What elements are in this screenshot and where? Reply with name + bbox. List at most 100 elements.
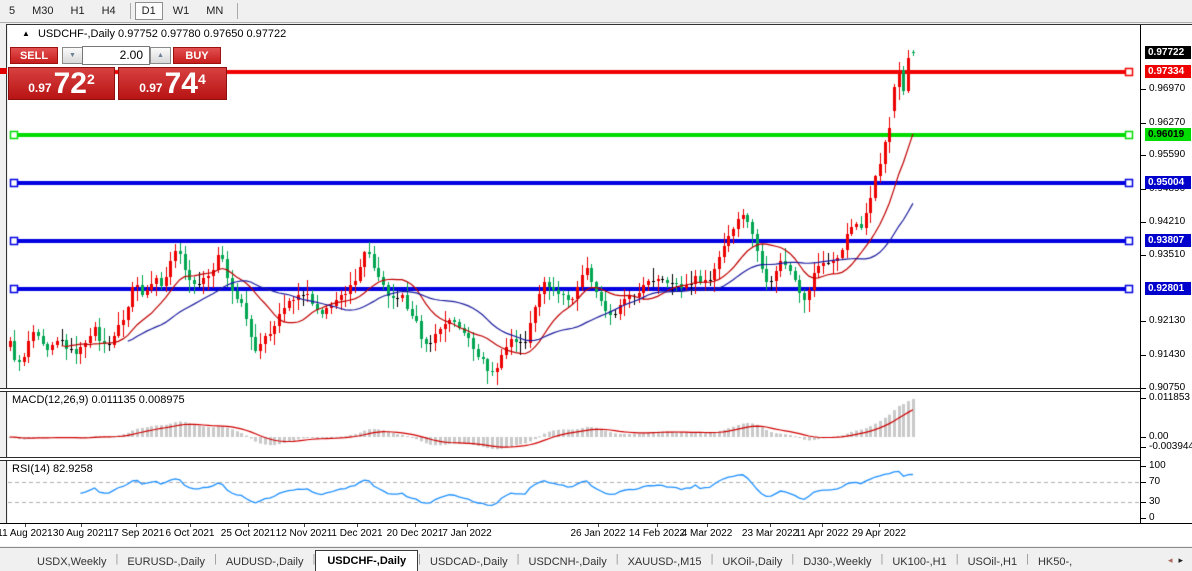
date-label: 11 Apr 2022 bbox=[795, 528, 848, 539]
level-price-badge: 0.93807 bbox=[1145, 234, 1191, 247]
date-label: 29 Apr 2022 bbox=[852, 528, 906, 539]
sell-price-big: 72 bbox=[54, 69, 87, 99]
tab-xauusd-m15[interactable]: XAUUSD-,M15 bbox=[619, 552, 711, 571]
tab-uk100-h1[interactable]: UK100-,H1 bbox=[883, 552, 955, 571]
sell-button[interactable]: SELL bbox=[10, 47, 58, 64]
timeframe-button-m30[interactable]: M30 bbox=[25, 2, 60, 20]
axis-tick-mark bbox=[1141, 482, 1146, 483]
triangle-down-icon: ▼ bbox=[69, 52, 76, 59]
buy-price-big: 74 bbox=[165, 69, 198, 99]
axis-tick-mark bbox=[1141, 222, 1146, 223]
buy-price-sup: 4 bbox=[198, 71, 206, 87]
timeframe-button-5[interactable]: 5 bbox=[2, 2, 22, 20]
price-tick-label: 0.92130 bbox=[1149, 315, 1185, 327]
axis-tick-mark bbox=[1141, 355, 1146, 356]
macd-tick-label: -0.003944 bbox=[1149, 441, 1192, 453]
date-tick-mark bbox=[657, 524, 658, 527]
date-label: 25 Oct 2021 bbox=[221, 528, 275, 539]
date-tick-mark bbox=[707, 524, 708, 527]
date-tick-mark bbox=[467, 524, 468, 527]
date-tick-mark bbox=[304, 524, 305, 527]
rsi-canvas[interactable] bbox=[8, 461, 1140, 522]
axis-tick-mark bbox=[1141, 502, 1146, 503]
chart-left-margin bbox=[0, 24, 7, 523]
level-line-left-marker bbox=[0, 68, 7, 74]
toolbar-separator bbox=[130, 3, 131, 19]
price-tick-label: 0.95590 bbox=[1149, 149, 1185, 161]
date-tick-mark bbox=[190, 524, 191, 527]
tab-usdchf-daily[interactable]: USDCHF-,Daily bbox=[315, 550, 418, 571]
date-tick-mark bbox=[879, 524, 880, 527]
trading-terminal: 5M30H1H4D1W1MN 0.969700.962700.955900.94… bbox=[0, 0, 1192, 571]
buy-price-box[interactable]: 0.97 74 4 bbox=[118, 67, 227, 100]
current-price-badge: 0.97722 bbox=[1145, 46, 1191, 59]
axis-tick-mark bbox=[1141, 89, 1146, 90]
expand-icon[interactable]: ▲ bbox=[22, 29, 30, 38]
date-label: 11 Aug 2021 bbox=[0, 528, 53, 539]
date-label: 7 Jan 2022 bbox=[442, 528, 492, 539]
tab-eurusd-daily[interactable]: EURUSD-,Daily bbox=[118, 552, 214, 571]
date-label: 17 Sep 2021 bbox=[108, 528, 165, 539]
tab-scroll-arrows: ◂▸ bbox=[1168, 555, 1189, 566]
triangle-up-icon: ▲ bbox=[157, 52, 164, 59]
tab-hk50[interactable]: HK50-, bbox=[1029, 552, 1081, 571]
macd-main-value: 0.011135 bbox=[91, 394, 135, 406]
timeframe-toolbar: 5M30H1H4 D1W1MN bbox=[0, 0, 1192, 23]
tab-usdx-weekly[interactable]: USDX,Weekly bbox=[28, 552, 115, 571]
macd-signal-value: 0.008975 bbox=[139, 394, 185, 406]
timeframe-button-h1[interactable]: H1 bbox=[64, 2, 92, 20]
volume-increase-button[interactable]: ▲ bbox=[150, 47, 171, 64]
sell-price-box[interactable]: 0.97 72 2 bbox=[8, 67, 115, 100]
time-axis: 11 Aug 202130 Aug 202117 Sep 20216 Oct 2… bbox=[0, 524, 1192, 546]
level-price-badge: 0.96019 bbox=[1145, 128, 1191, 141]
tab-usdcnh-daily[interactable]: USDCNH-,Daily bbox=[520, 552, 616, 571]
timeframe-button-d1[interactable]: D1 bbox=[135, 2, 163, 20]
price-tick-label: 0.94210 bbox=[1149, 216, 1185, 228]
date-tick-mark bbox=[357, 524, 358, 527]
tab-scroll-right-icon[interactable]: ▸ bbox=[1178, 555, 1189, 565]
date-tick-mark bbox=[415, 524, 416, 527]
buy-button[interactable]: BUY bbox=[173, 47, 221, 64]
date-label: 26 Jan 2022 bbox=[570, 528, 625, 539]
date-label: 14 Feb 2022 bbox=[629, 528, 685, 539]
rsi-label: RSI(14) 82.9258 bbox=[12, 463, 93, 475]
date-label: 1 Dec 2021 bbox=[331, 528, 382, 539]
timeframe-button-h4[interactable]: H4 bbox=[95, 2, 123, 20]
date-label: 6 Oct 2021 bbox=[166, 528, 215, 539]
date-label: 12 Nov 2021 bbox=[276, 528, 333, 539]
axis-tick-mark bbox=[1141, 447, 1146, 448]
date-tick-mark bbox=[598, 524, 599, 527]
date-label: 30 Aug 2021 bbox=[53, 528, 109, 539]
rsi-tick-label: 70 bbox=[1149, 476, 1160, 488]
axis-tick-mark bbox=[1141, 155, 1146, 156]
axis-tick-mark bbox=[1141, 398, 1146, 399]
tab-scroll-left-icon[interactable]: ◂ bbox=[1168, 555, 1179, 565]
sell-price-sup: 2 bbox=[87, 71, 95, 87]
tab-dj30-weekly[interactable]: DJ30-,Weekly bbox=[794, 552, 880, 571]
tab-audusd-daily[interactable]: AUDUSD-,Daily bbox=[217, 552, 313, 571]
level-price-badge: 0.92801 bbox=[1145, 282, 1191, 295]
price-tick-label: 0.96970 bbox=[1149, 83, 1185, 95]
level-price-badge: 0.97334 bbox=[1145, 65, 1191, 78]
chart-header: ▲ USDCHF-,Daily 0.97752 0.97780 0.97650 … bbox=[22, 28, 286, 40]
date-tick-mark bbox=[770, 524, 771, 527]
date-label: 23 Mar 2022 bbox=[742, 528, 798, 539]
timeframe-button-mn[interactable]: MN bbox=[199, 2, 230, 20]
tab-usoil-h1[interactable]: USOil-,H1 bbox=[959, 552, 1027, 571]
date-tick-mark bbox=[136, 524, 137, 527]
tab-usdcad-daily[interactable]: USDCAD-,Daily bbox=[421, 552, 517, 571]
volume-input[interactable]: 2.00 bbox=[82, 46, 150, 65]
axis-tick-mark bbox=[1141, 518, 1146, 519]
date-label: 20 Dec 2021 bbox=[387, 528, 444, 539]
volume-decrease-button[interactable]: ▼ bbox=[62, 47, 83, 64]
axis-tick-mark bbox=[1141, 123, 1146, 124]
date-tick-mark bbox=[25, 524, 26, 527]
chart-title: USDCHF-,Daily bbox=[38, 28, 115, 40]
timeframe-button-w1[interactable]: W1 bbox=[166, 2, 197, 20]
price-tick-label: 0.93510 bbox=[1149, 249, 1185, 261]
macd-tick-label: 0.011853 bbox=[1149, 392, 1190, 404]
price-axis: 0.969700.962700.955900.948900.942100.935… bbox=[1140, 25, 1192, 523]
tab-ukoil-daily[interactable]: UKOil-,Daily bbox=[713, 552, 791, 571]
axis-tick-mark bbox=[1141, 321, 1146, 322]
date-tick-mark bbox=[81, 524, 82, 527]
